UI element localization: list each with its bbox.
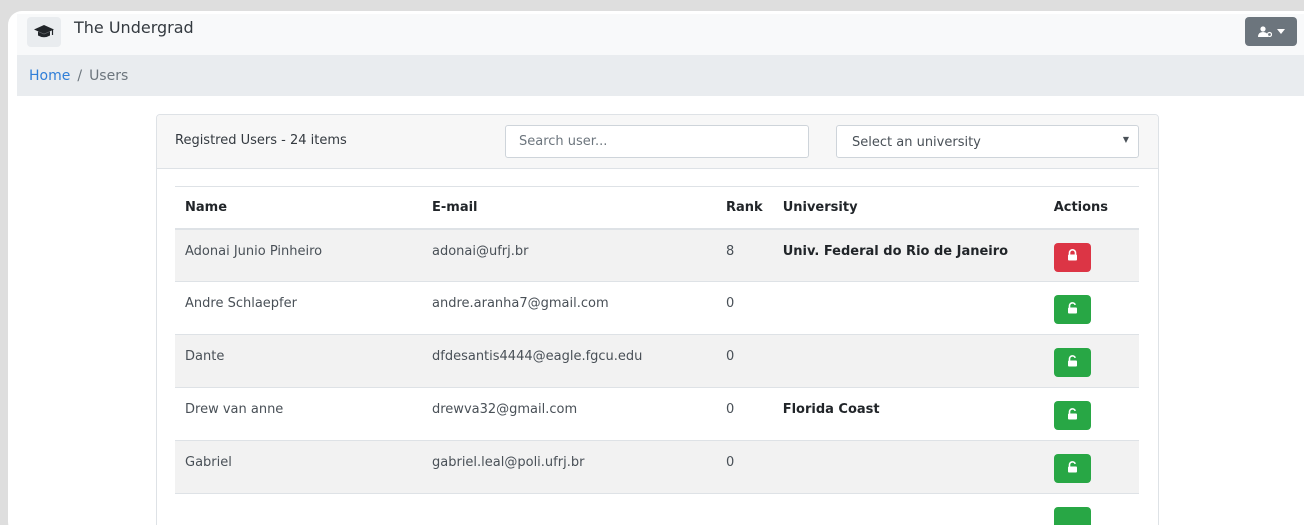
user-name: Dante <box>175 334 422 388</box>
unlock-user-button[interactable] <box>1053 507 1091 525</box>
brand-name[interactable]: The Undergrad <box>74 18 194 37</box>
user-name <box>175 493 422 525</box>
table-row: Adonai Junio Pinheiro adonai@ufrj.br 8 U… <box>175 228 1139 282</box>
user-email: dfdesantis4444@eagle.fgcu.edu <box>422 334 716 388</box>
column-header-rank[interactable]: Rank <box>716 186 773 230</box>
user-name: Drew van anne <box>175 387 422 441</box>
user-actions <box>1043 387 1139 441</box>
user-email: andre.aranha7@gmail.com <box>422 281 716 335</box>
unlock-icon <box>1067 301 1078 318</box>
breadcrumb: Home / Users <box>17 55 1304 96</box>
user-actions <box>1043 493 1139 525</box>
table-row: Gabriel gabriel.leal@poli.ufrj.br 0 <box>175 440 1139 494</box>
user-university: Univ. Federal do Rio de Janeiro <box>772 228 1044 282</box>
breadcrumb-home-link[interactable]: Home <box>29 68 70 84</box>
table-header-row: Name E-mail Rank University Actions <box>175 186 1139 230</box>
breadcrumb-separator: / <box>77 67 83 84</box>
user-email: drewva32@gmail.com <box>422 387 716 441</box>
university-select-value: Select an university <box>852 135 981 150</box>
graduation-cap-icon[interactable] <box>27 17 61 47</box>
unlock-user-button[interactable] <box>1053 454 1091 483</box>
user-actions <box>1043 334 1139 388</box>
column-header-university[interactable]: University <box>772 186 1044 230</box>
user-menu-button[interactable] <box>1245 17 1297 46</box>
user-rank: 8 <box>716 228 773 282</box>
university-select[interactable]: Select an university ▼ <box>836 125 1139 158</box>
user-university: Florida Coast <box>772 387 1044 441</box>
table-row <box>175 493 1139 525</box>
user-university <box>772 334 1044 388</box>
user-university <box>772 493 1044 525</box>
user-rank: 0 <box>716 387 773 441</box>
users-card: Registred Users - 24 items Select an uni… <box>156 114 1159 525</box>
user-actions <box>1043 228 1139 282</box>
column-header-email[interactable]: E-mail <box>422 186 716 230</box>
table-row: Dante dfdesantis4444@eagle.fgcu.edu 0 <box>175 334 1139 388</box>
user-rank: 0 <box>716 281 773 335</box>
user-name: Gabriel <box>175 440 422 494</box>
user-name: Adonai Junio Pinheiro <box>175 228 422 282</box>
unlock-icon <box>1067 407 1078 424</box>
user-name: Andre Schlaepfer <box>175 281 422 335</box>
user-university <box>772 281 1044 335</box>
table-row: Drew van anne drewva32@gmail.com 0 Flori… <box>175 387 1139 441</box>
user-email: adonai@ufrj.br <box>422 228 716 282</box>
search-user-input[interactable] <box>505 125 809 158</box>
table-row: Andre Schlaepfer andre.aranha7@gmail.com… <box>175 281 1139 335</box>
users-table: Name E-mail Rank University Actions Adon… <box>175 186 1139 525</box>
top-navbar: The Undergrad <box>17 14 1304 55</box>
column-header-actions: Actions <box>1043 186 1139 230</box>
user-rank <box>716 493 773 525</box>
user-university <box>772 440 1044 494</box>
unlock-icon <box>1067 460 1078 477</box>
users-card-header: Registred Users - 24 items Select an uni… <box>157 115 1158 169</box>
column-header-name[interactable]: Name <box>175 186 422 230</box>
unlock-user-button[interactable] <box>1053 348 1091 377</box>
unlock-user-button[interactable] <box>1053 295 1091 324</box>
user-email: gabriel.leal@poli.ufrj.br <box>422 440 716 494</box>
unlock-user-button[interactable] <box>1053 401 1091 430</box>
user-email <box>422 493 716 525</box>
user-cog-icon <box>1257 22 1272 41</box>
chevron-down-icon: ▼ <box>1122 135 1129 144</box>
user-actions <box>1043 440 1139 494</box>
user-rank: 0 <box>716 440 773 494</box>
unlock-icon <box>1067 354 1078 371</box>
users-card-title: Registred Users - 24 items <box>175 133 347 148</box>
chevron-down-icon <box>1276 29 1285 34</box>
breadcrumb-current: Users <box>89 67 129 84</box>
lock-icon <box>1067 249 1078 265</box>
lock-user-button[interactable] <box>1053 242 1091 272</box>
user-actions <box>1043 281 1139 335</box>
user-rank: 0 <box>716 334 773 388</box>
